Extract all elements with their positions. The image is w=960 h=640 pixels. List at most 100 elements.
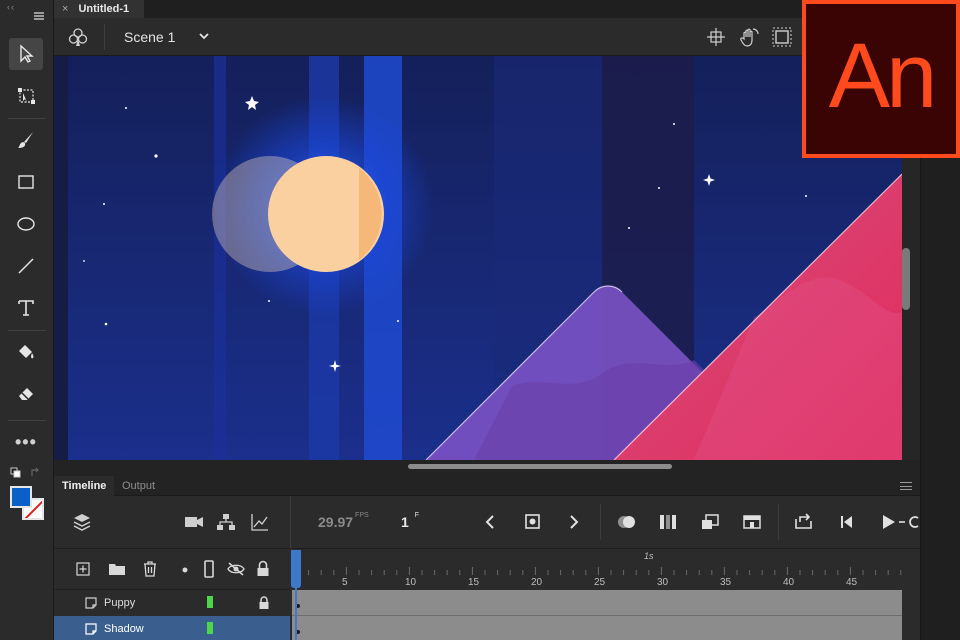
- layer-row-puppy[interactable]: Puppy: [54, 590, 290, 616]
- transform-icon: [18, 88, 35, 104]
- line-icon: [18, 258, 34, 274]
- ruler-label: 30: [657, 577, 669, 588]
- swap-colors-icon[interactable]: [31, 467, 39, 476]
- play-icon[interactable]: [880, 513, 920, 531]
- panel-menu-icon[interactable]: [900, 482, 912, 490]
- onion-skin-icon[interactable]: [616, 513, 638, 531]
- new-layer-icon[interactable]: [76, 562, 90, 576]
- fps-value: 29.97: [318, 514, 354, 530]
- rectangle-icon: [18, 175, 34, 189]
- more-tools-button[interactable]: •••: [15, 432, 37, 453]
- ruler-label: 35: [720, 577, 732, 588]
- playhead-line: [295, 586, 297, 640]
- timeline-controls: 29.97 FPS 1F: [54, 496, 920, 548]
- color-swap-controls: [10, 466, 46, 480]
- ruler-label: 45: [846, 577, 858, 588]
- frame-span-puppy[interactable]: [292, 590, 902, 616]
- close-tab-icon[interactable]: ×: [62, 3, 68, 15]
- eye-hidden-icon[interactable]: [226, 561, 246, 577]
- layer-color-swatch[interactable]: [207, 596, 213, 608]
- center-stage-icon[interactable]: [706, 27, 726, 47]
- document-title: Untitled-1: [78, 3, 130, 15]
- new-folder-icon[interactable]: [108, 561, 126, 577]
- rectangle-tool[interactable]: [9, 166, 43, 198]
- fill-color-swatch[interactable]: [10, 486, 32, 508]
- timeline-panel: Timeline Output 29.97 FPS 1F 1s 5 10 15 …: [54, 476, 920, 640]
- layer-name[interactable]: Shadow: [104, 623, 144, 635]
- chevron-down-icon[interactable]: [197, 29, 211, 43]
- collapse-icon[interactable]: ‹‹: [7, 2, 15, 12]
- ruler-label: 5: [342, 577, 348, 588]
- next-frame-icon[interactable]: [566, 514, 582, 530]
- layer-controls: [54, 548, 290, 590]
- layers-icon[interactable]: [72, 512, 92, 532]
- line-tool[interactable]: [9, 250, 43, 282]
- horizontal-scrollbar[interactable]: [408, 464, 672, 469]
- layer-row-shadow[interactable]: Shadow: [54, 616, 290, 640]
- lock-icon[interactable]: [256, 560, 270, 578]
- tab-timeline[interactable]: Timeline: [54, 476, 115, 496]
- oval-tool[interactable]: [9, 208, 43, 240]
- playhead[interactable]: [291, 550, 301, 588]
- frame-span-shadow[interactable]: [292, 616, 902, 640]
- graph-icon[interactable]: [250, 512, 270, 532]
- previous-frame-icon[interactable]: [482, 514, 498, 530]
- clubs-icon[interactable]: [68, 27, 88, 47]
- step-back-icon[interactable]: [838, 513, 856, 531]
- tab-output[interactable]: Output: [114, 476, 163, 496]
- ruler-label: 10: [405, 577, 417, 588]
- fps-readout[interactable]: 29.97 FPS: [318, 512, 369, 530]
- stage-area: [54, 56, 920, 460]
- layer-icon: [85, 623, 97, 635]
- text-tool[interactable]: [9, 292, 43, 324]
- ruler-label: 25: [594, 577, 606, 588]
- convert-to-symbol-icon[interactable]: [700, 513, 720, 531]
- tools-panel: ‹‹ •••: [0, 0, 54, 640]
- animate-window: ‹‹ ••• × Untitled-1 Scene 1 Timeline Out…: [0, 0, 960, 640]
- ruler-ticks: [295, 567, 902, 575]
- timeline-tabs: Timeline Output: [54, 476, 920, 496]
- stage-canvas[interactable]: [54, 56, 902, 460]
- eraser-tool[interactable]: [9, 378, 43, 410]
- insert-keyframe-icon[interactable]: [524, 513, 542, 531]
- camera-icon[interactable]: [184, 514, 204, 530]
- color-well[interactable]: [8, 484, 48, 524]
- current-frame[interactable]: 1F: [401, 512, 419, 530]
- ruler-label: 15: [468, 577, 480, 588]
- loop-icon[interactable]: [794, 513, 814, 531]
- brush-icon: [18, 132, 33, 148]
- outline-icon[interactable]: [204, 560, 214, 578]
- lock-icon[interactable]: [258, 596, 270, 610]
- selection-tool[interactable]: [9, 38, 43, 70]
- frame-ruler[interactable]: 1s 5 10 15 20 25 30 35 40 45: [292, 548, 920, 590]
- fps-unit: FPS: [355, 512, 369, 519]
- vertical-scrollbar[interactable]: [902, 248, 910, 310]
- paint-bucket-tool[interactable]: [9, 336, 43, 368]
- paint-bucket-icon: [19, 345, 34, 359]
- document-tab[interactable]: × Untitled-1: [54, 0, 144, 18]
- brush-tool[interactable]: [9, 124, 43, 156]
- highlight-layers-icon[interactable]: [182, 567, 188, 573]
- edit-multiple-frames-icon[interactable]: [658, 513, 678, 531]
- layer-color-swatch[interactable]: [207, 622, 213, 634]
- free-transform-tool[interactable]: [9, 80, 43, 112]
- layer-icon: [85, 597, 97, 609]
- night-scene-artwork: [54, 56, 902, 460]
- oval-icon: [17, 217, 35, 231]
- ruler-label: 40: [783, 577, 795, 588]
- panel-menu-icon[interactable]: [34, 12, 44, 20]
- layer-parenting-icon[interactable]: [216, 512, 236, 532]
- layer-name[interactable]: Puppy: [104, 597, 135, 609]
- clip-canvas-icon[interactable]: [772, 27, 792, 47]
- document-tabs: × Untitled-1: [54, 0, 920, 18]
- hand-tool-icon[interactable]: [738, 27, 760, 49]
- scene-selector[interactable]: Scene 1: [124, 29, 175, 45]
- trash-icon[interactable]: [142, 560, 158, 578]
- arrow-cursor-icon: [20, 44, 34, 63]
- logo-text: An: [828, 24, 938, 127]
- default-colors-icon[interactable]: [10, 467, 21, 478]
- animate-logo: An: [802, 0, 960, 158]
- create-tween-icon[interactable]: [742, 513, 762, 531]
- frame-value: 1: [401, 514, 409, 530]
- second-marker: 1s: [644, 551, 654, 561]
